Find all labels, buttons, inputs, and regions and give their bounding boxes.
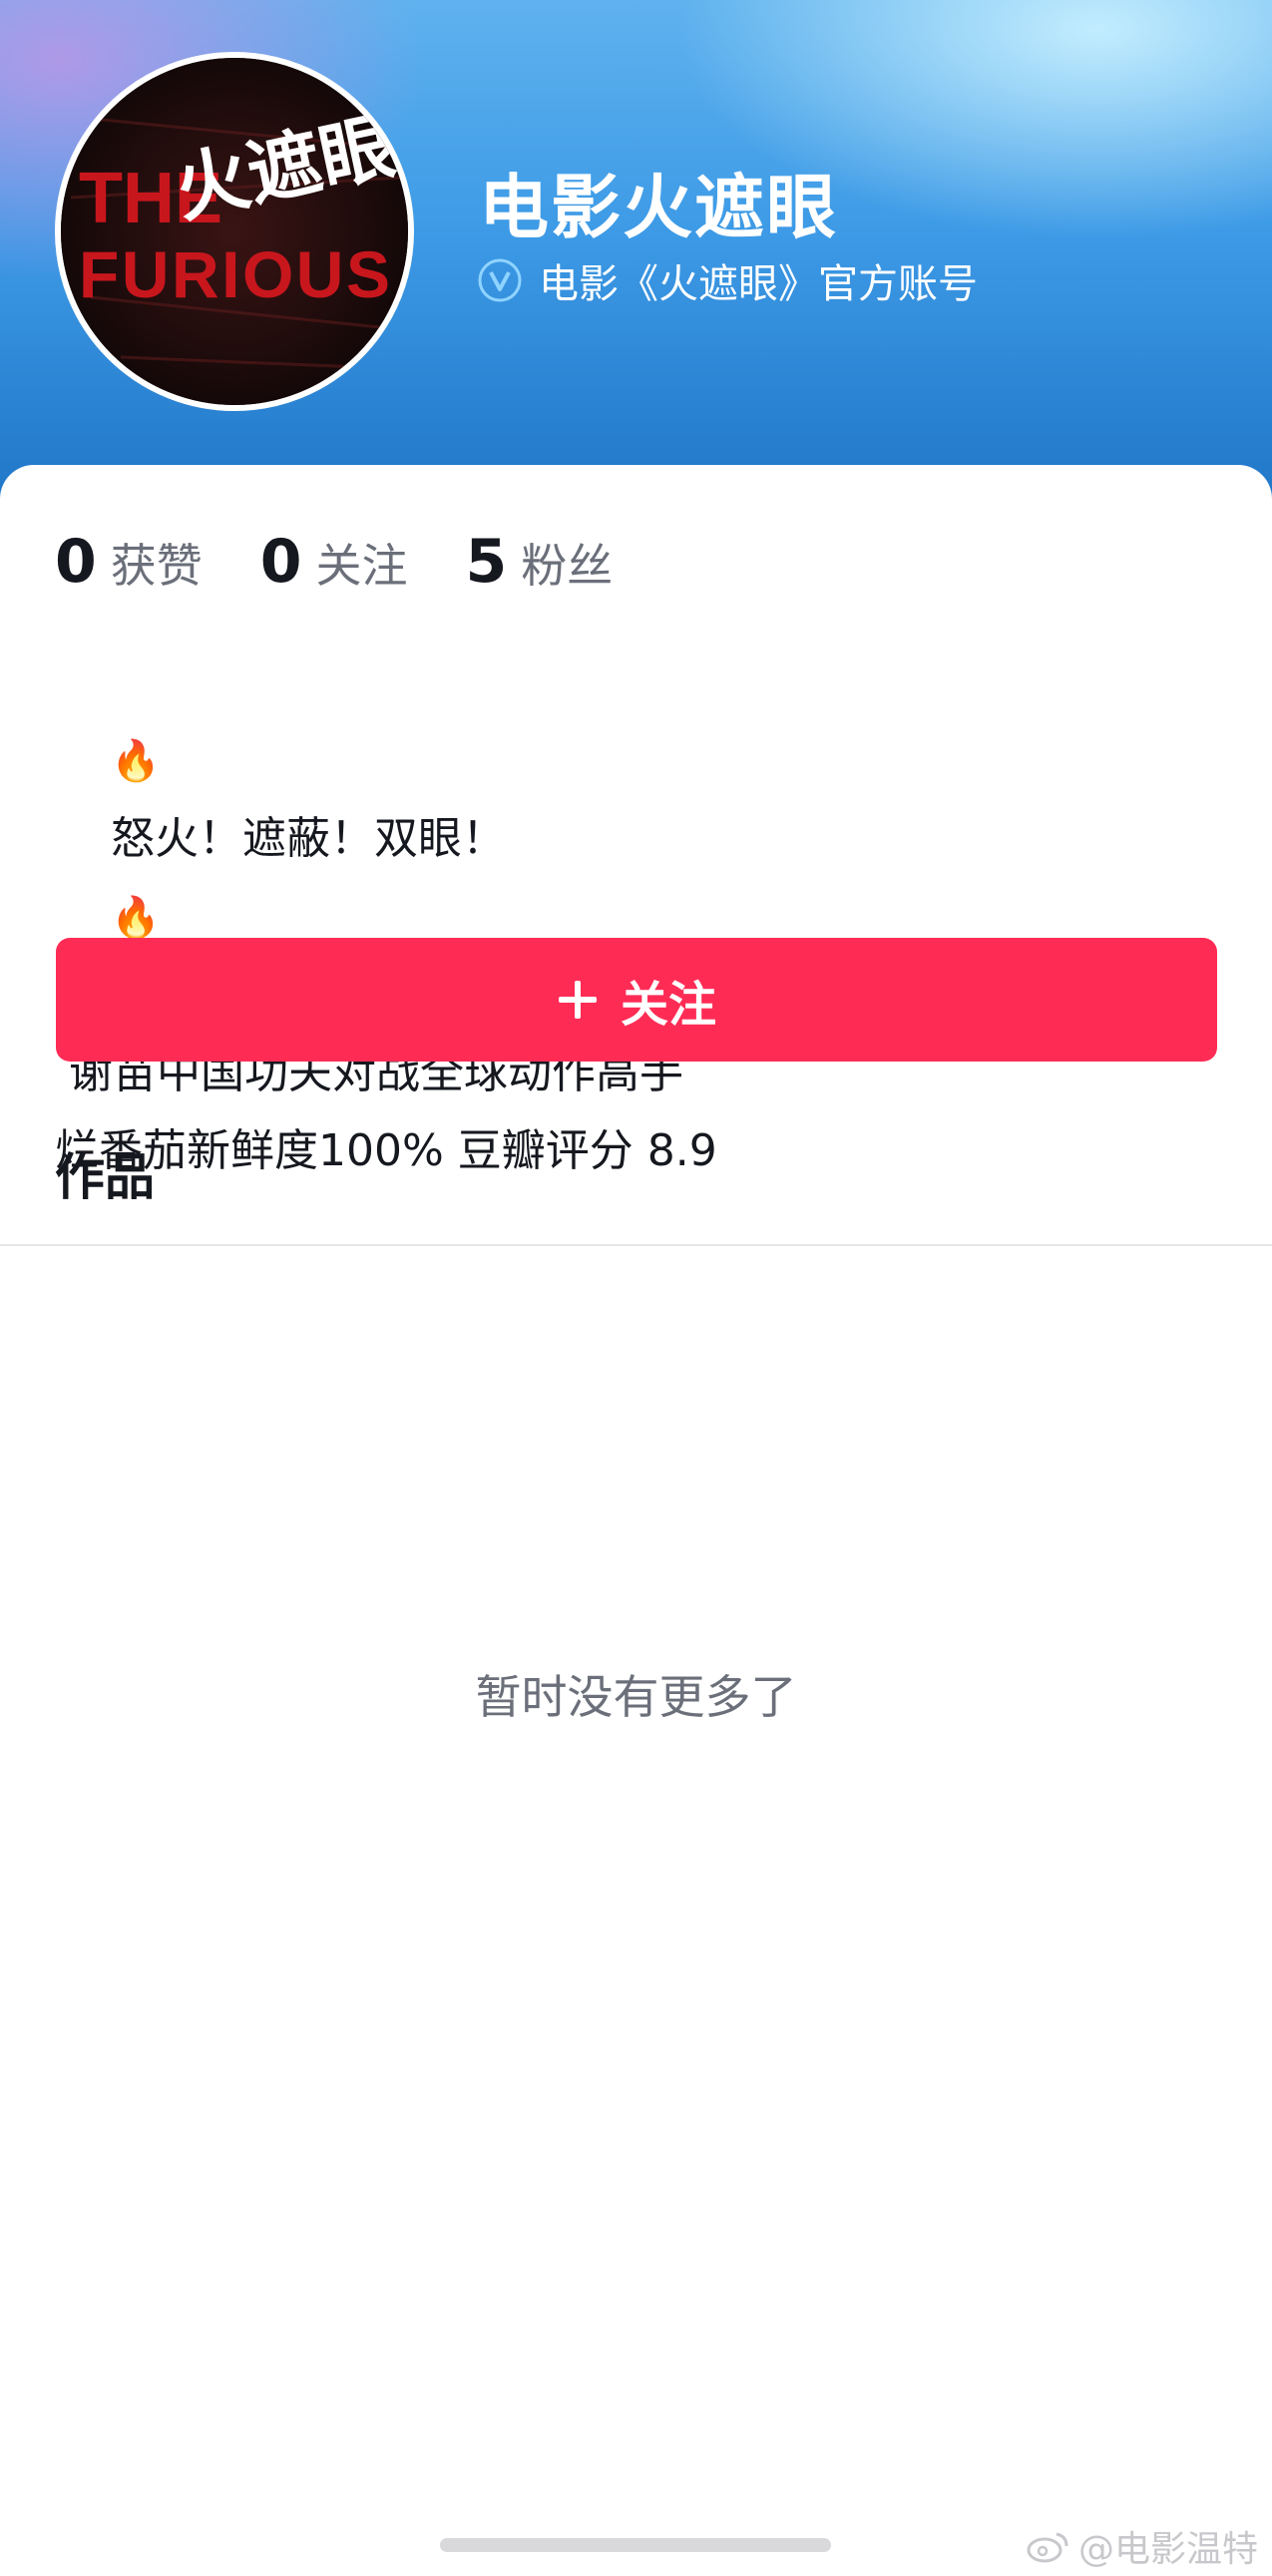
empty-state-text: 暂时没有更多了 bbox=[475, 1670, 797, 1724]
stat-likes-value: 0 bbox=[55, 527, 97, 597]
profile-name: 电影火遮眼 bbox=[479, 167, 838, 248]
tab-works[interactable]: 作品 bbox=[55, 1137, 155, 1209]
plus-icon bbox=[558, 981, 597, 1019]
stat-following-value: 0 bbox=[259, 527, 302, 597]
stat-likes-label: 获赞 bbox=[110, 539, 203, 593]
stats-row: 0 获赞 0 关注 5 粉丝 bbox=[55, 527, 670, 597]
watermark-text: @电影温特 bbox=[1077, 2529, 1258, 2570]
verified-row: 电影《火遮眼》官方账号 bbox=[477, 251, 978, 309]
stat-followers[interactable]: 5 粉丝 bbox=[466, 527, 614, 597]
stat-likes[interactable]: 0 获赞 bbox=[55, 527, 203, 597]
follow-button[interactable]: 关注 bbox=[56, 938, 1217, 1062]
stat-following-label: 关注 bbox=[315, 539, 408, 593]
avatar-text-en-2: FURIOUS bbox=[79, 237, 390, 311]
avatar[interactable]: THE FURIOUS 火遮眼 bbox=[55, 52, 414, 411]
watermark: @电影温特 bbox=[1027, 2520, 1258, 2572]
fire-emoji: 🔥 bbox=[110, 738, 161, 784]
tab-divider bbox=[0, 1244, 1272, 1246]
home-indicator[interactable] bbox=[440, 2538, 831, 2552]
fire-emoji: 🔥 bbox=[110, 895, 161, 941]
bio-line-1-text: 怒火！遮蔽！双眼！ bbox=[110, 813, 506, 864]
weibo-icon bbox=[1027, 2532, 1068, 2563]
verified-label: 电影《火遮眼》官方账号 bbox=[539, 261, 978, 307]
bio: 🔥 怒火！遮蔽！双眼！ 🔥 谢苗中国功夫对战全球动作高手 烂番茄新鲜度100% … bbox=[55, 644, 717, 1190]
stat-followers-label: 粉丝 bbox=[521, 539, 614, 593]
stat-following[interactable]: 0 关注 bbox=[260, 527, 408, 597]
stat-followers-value: 5 bbox=[465, 527, 508, 597]
follow-button-label: 关注 bbox=[620, 977, 716, 1033]
avatar-logo-graphic: THE FURIOUS 火遮眼 bbox=[61, 58, 408, 405]
verified-v-icon bbox=[478, 258, 522, 302]
